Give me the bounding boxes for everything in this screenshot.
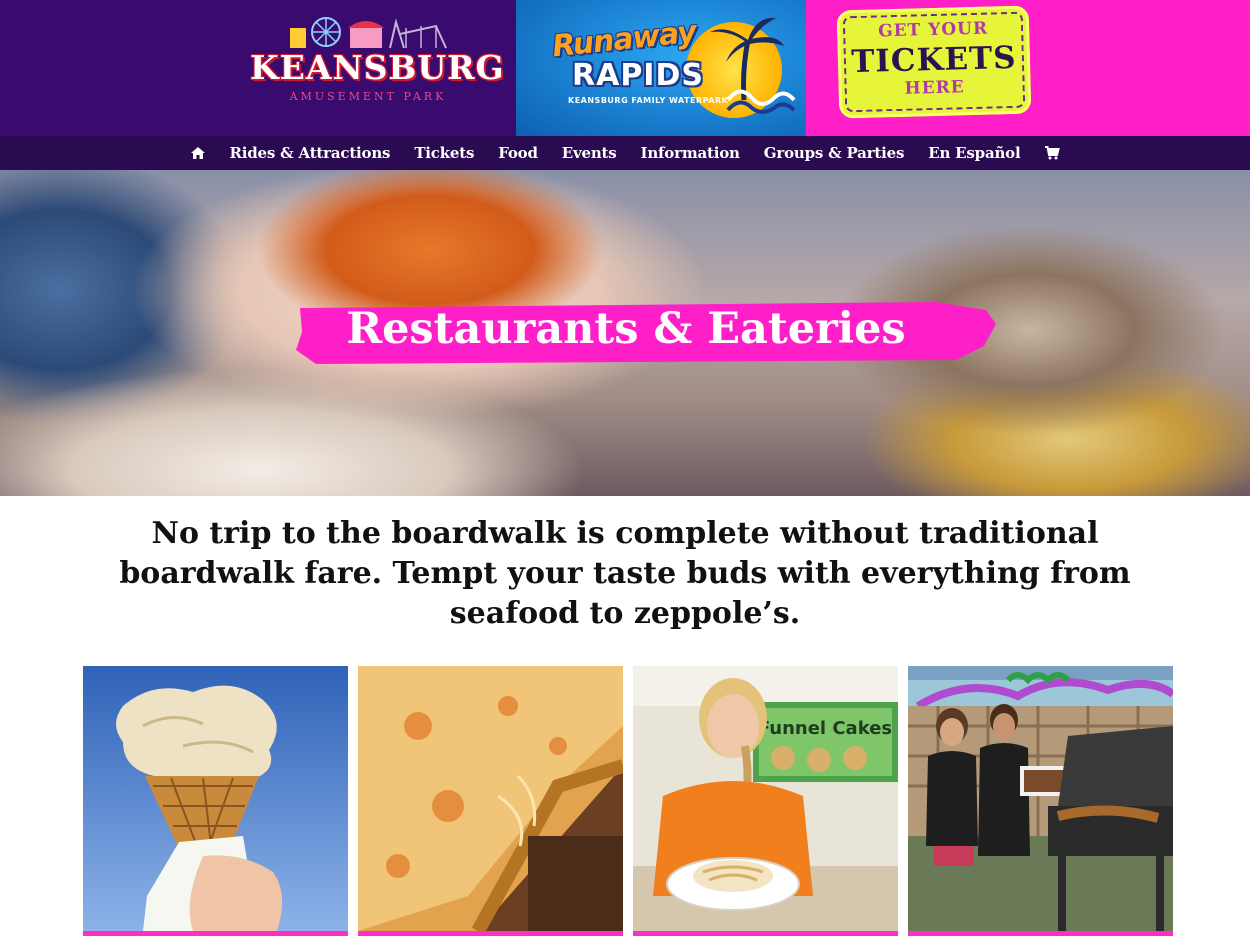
food-photo-grid: Funnel Cakes	[83, 666, 1175, 936]
nav-item-events[interactable]: Events	[550, 144, 629, 162]
wave-icon	[726, 89, 796, 114]
rapids-tagline: KEANSBURG FAMILY WATERPARK	[568, 96, 729, 105]
nav-item-en-espanol[interactable]: En Español	[916, 144, 1032, 162]
nav-item-tickets[interactable]: Tickets	[402, 144, 486, 162]
hero-oysters-image: Restaurants & Eateries	[0, 170, 1250, 496]
keansburg-wordmark: KEANSBURG	[250, 48, 505, 87]
hero-title-banner: Restaurants & Eateries	[296, 302, 996, 364]
keansburg-banner-panel: KEANSBURG AMUSEMENT PARK	[0, 0, 516, 136]
nav-item-food[interactable]: Food	[486, 144, 550, 162]
main-navigation: Rides & Attractions Tickets Food Events …	[0, 136, 1250, 170]
rapids-wordmark: RAPIDS	[572, 58, 704, 93]
tickets-line-2: TICKETS	[850, 39, 1018, 81]
pizza-image	[358, 666, 623, 931]
home-icon[interactable]	[190, 145, 206, 161]
nav-item-groups-parties[interactable]: Groups & Parties	[752, 144, 916, 162]
tickets-banner-panel: GET YOUR TICKETS HERE	[806, 0, 1250, 136]
grill-photo[interactable]	[908, 666, 1173, 936]
grill-image	[908, 666, 1173, 931]
nav-item-information[interactable]: Information	[629, 144, 752, 162]
keansburg-tagline: AMUSEMENT PARK	[289, 90, 447, 103]
funnel-cakes-sign: Funnel Cakes	[758, 718, 892, 739]
intro-text: No trip to the boardwalk is complete wit…	[119, 516, 1131, 631]
get-tickets-button[interactable]: GET YOUR TICKETS HERE	[836, 5, 1032, 119]
top-banner: KEANSBURG AMUSEMENT PARK Runaway RAPIDS …	[0, 0, 1250, 136]
pizza-photo[interactable]	[358, 666, 623, 936]
shopping-cart-icon[interactable]	[1044, 145, 1061, 161]
ice-cream-image	[83, 666, 348, 931]
nav-item-rides-attractions[interactable]: Rides & Attractions	[218, 144, 403, 162]
runaway-rapids-logo[interactable]: Runaway RAPIDS KEANSBURG FAMILY WATERPAR…	[546, 10, 796, 120]
funnel-cake-photo[interactable]: Funnel Cakes	[633, 666, 898, 936]
funnel-cake-image: Funnel Cakes	[633, 666, 898, 931]
keansburg-logo[interactable]: KEANSBURG AMUSEMENT PARK	[250, 14, 505, 103]
runaway-wordmark: Runaway	[550, 14, 698, 65]
page-title: Restaurants & Eateries	[346, 304, 906, 354]
ice-cream-photo[interactable]	[83, 666, 348, 936]
rides-silhouette-icon	[290, 17, 447, 49]
runaway-rapids-banner-panel: Runaway RAPIDS KEANSBURG FAMILY WATERPAR…	[516, 0, 806, 136]
